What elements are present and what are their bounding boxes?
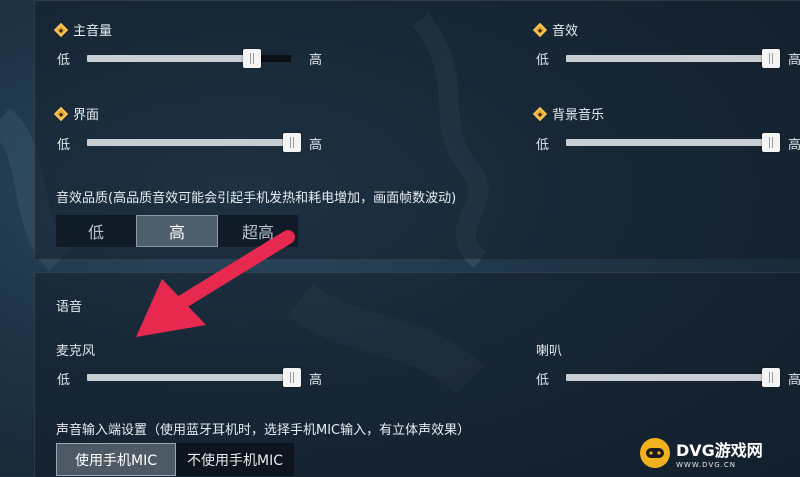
- diamond-icon: [53, 22, 69, 37]
- annotation-arrow-icon: [136, 230, 295, 337]
- no-phone-mic-button[interactable]: 不使用手机MIC: [176, 443, 294, 476]
- speaker-volume-thumb[interactable]: [762, 368, 780, 387]
- master-volume-max: 高: [309, 53, 323, 68]
- bgm-volume-label: 背景音乐: [552, 108, 605, 123]
- speaker-volume-slider[interactable]: [566, 368, 780, 387]
- mic-volume-label: 麦克风: [56, 344, 96, 359]
- ui-volume-min: 低: [57, 138, 71, 153]
- sfx-volume-slider[interactable]: [566, 49, 780, 68]
- sfx-volume-max: 高: [788, 53, 800, 68]
- ui-volume-label-group: 界面: [53, 104, 100, 123]
- watermark-title: DVG游戏网: [676, 441, 763, 460]
- sfx-volume-thumb[interactable]: [762, 49, 780, 68]
- speaker-volume-min: 低: [536, 373, 550, 388]
- ui-volume-thumb[interactable]: [283, 133, 301, 152]
- bgm-volume-thumb[interactable]: [762, 133, 780, 152]
- sfx-volume-label: 音效: [552, 24, 579, 39]
- mic-volume-thumb[interactable]: [283, 368, 301, 387]
- sfx-volume-label-group: 音效: [532, 20, 579, 39]
- master-volume-slider[interactable]: [87, 49, 291, 68]
- ui-volume-max: 高: [309, 138, 323, 153]
- master-volume-min: 低: [57, 53, 71, 68]
- sound-quality-label: 音效品质(高品质音效可能会引起手机发热和耗电增加，画面帧数波动): [56, 191, 457, 206]
- bgm-volume-label-group: 背景音乐: [532, 104, 605, 123]
- diamond-icon: [532, 106, 548, 121]
- speaker-volume-max: 高: [788, 373, 800, 388]
- ui-volume-slider[interactable]: [87, 133, 301, 152]
- mic-volume-slider[interactable]: [87, 368, 301, 387]
- sfx-volume-min: 低: [536, 53, 550, 68]
- bgm-volume-slider[interactable]: [566, 133, 780, 152]
- ui-volume-label: 界面: [73, 108, 100, 123]
- bgm-volume-max: 高: [788, 138, 800, 153]
- bgm-volume-min: 低: [536, 138, 550, 153]
- use-phone-mic-button[interactable]: 使用手机MIC: [56, 443, 176, 476]
- mic-volume-max: 高: [309, 373, 323, 388]
- master-volume-label-group: 主音量: [53, 20, 113, 39]
- voice-section-title: 语音: [56, 300, 83, 315]
- watermark-logo: DVG游戏网 WWW.DVG.CN: [640, 430, 800, 476]
- mic-volume-min: 低: [57, 373, 71, 388]
- gamepad-icon: [640, 438, 670, 468]
- speaker-volume-label: 喇叭: [536, 344, 563, 359]
- watermark-url: WWW.DVG.CN: [676, 461, 737, 469]
- master-volume-thumb[interactable]: [243, 49, 261, 68]
- diamond-icon: [53, 106, 69, 121]
- master-volume-label: 主音量: [73, 24, 113, 39]
- voice-input-label: 声音输入端设置（使用蓝牙耳机时，选择手机MIC输入，有立体声效果）: [56, 423, 471, 438]
- diamond-icon: [532, 22, 548, 37]
